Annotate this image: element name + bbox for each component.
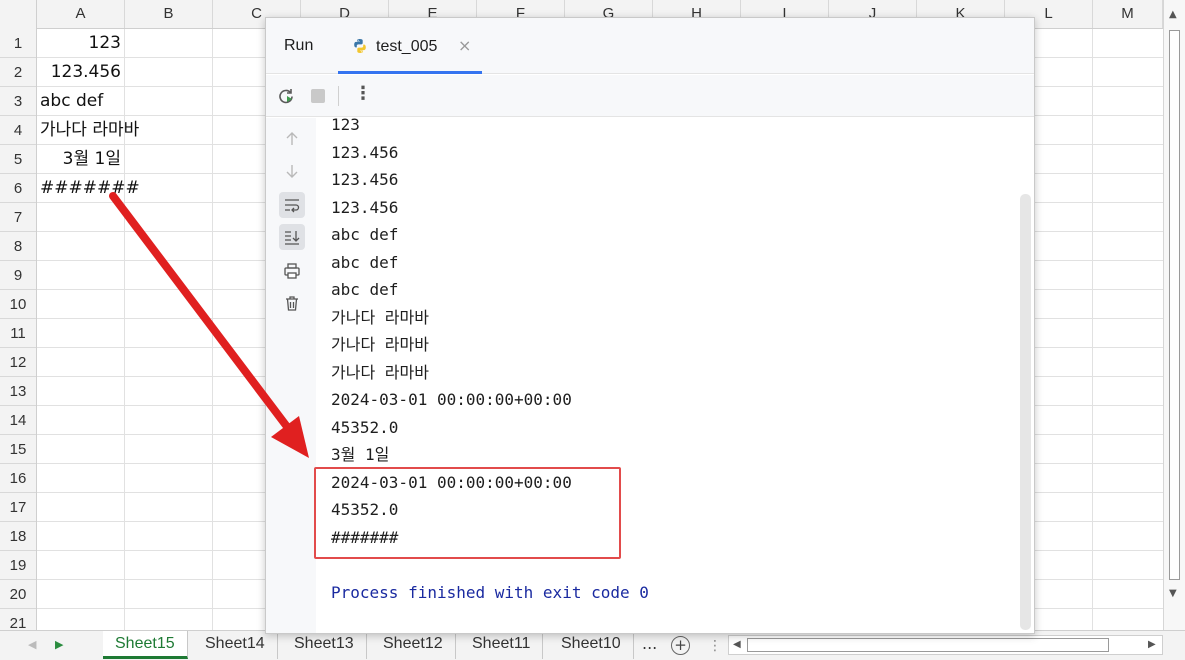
console-line: 45352.0 xyxy=(331,417,399,437)
more-sheets-button[interactable]: ... xyxy=(642,631,657,659)
row-header[interactable]: 21 xyxy=(0,609,36,630)
scroll-thumb[interactable] xyxy=(747,638,1109,652)
row-header[interactable]: 1 xyxy=(0,29,36,58)
console-line: 가나다 라마바 xyxy=(331,335,429,354)
console-line: 123.456 xyxy=(331,170,399,189)
cell-a6[interactable]: ####### xyxy=(37,174,140,203)
console-line: abc def xyxy=(331,225,399,244)
console-line: abc def xyxy=(331,252,399,272)
scroll-thumb[interactable] xyxy=(1169,30,1180,580)
highlight-box xyxy=(314,467,621,559)
vertical-scrollbar[interactable]: ▲ ▼ xyxy=(1163,0,1185,630)
row-header[interactable]: 20 xyxy=(0,580,36,609)
scroll-down-icon[interactable]: ▼ xyxy=(1169,588,1177,599)
scroll-left-icon[interactable]: ◀ xyxy=(733,639,741,650)
row-header[interactable]: 18 xyxy=(0,522,36,551)
console-scrollbar[interactable] xyxy=(1020,194,1031,630)
sheet-tab-sheet10[interactable]: Sheet10 xyxy=(549,631,634,659)
row-header[interactable]: 5 xyxy=(0,145,36,174)
row-header[interactable]: 17 xyxy=(0,493,36,522)
print-icon[interactable] xyxy=(279,258,305,284)
console-line: 2024-03-01 00:00:00+00:00 xyxy=(331,390,572,409)
row-header[interactable]: 10 xyxy=(0,290,36,319)
row-header[interactable]: 12 xyxy=(0,348,36,377)
console-line: 가나다 라마바 xyxy=(331,362,429,382)
run-tab-test-005[interactable]: test_005 × xyxy=(338,18,482,74)
column-header[interactable]: A xyxy=(37,0,125,28)
scroll-up-icon[interactable]: ▲ xyxy=(1169,9,1177,20)
console-line: 123.456 xyxy=(331,197,399,217)
close-icon[interactable]: × xyxy=(458,36,471,55)
row-header[interactable]: 11 xyxy=(0,319,36,348)
sheet-tab-sheet11[interactable]: Sheet11 xyxy=(460,631,544,659)
scroll-to-end-icon[interactable] xyxy=(279,224,305,250)
console-line: 3월 1일 xyxy=(331,445,390,464)
cell-a2[interactable]: 123.456 xyxy=(37,58,121,87)
row-header[interactable]: 3 xyxy=(0,87,36,116)
run-tab-label: test_005 xyxy=(376,38,438,55)
row-header[interactable]: 15 xyxy=(0,435,36,464)
sheet-tab-sheet13[interactable]: Sheet13 xyxy=(282,631,367,659)
scroll-right-icon[interactable]: ▶ xyxy=(1148,639,1156,650)
console-line: 123.456 xyxy=(331,142,399,162)
row-header[interactable]: 14 xyxy=(0,406,36,435)
row-header[interactable]: 6 xyxy=(0,174,36,203)
console-line: abc def xyxy=(331,280,399,299)
row-headers: 1 2 3 4 5 6 7 8 9 10 11 12 13 14 15 16 1… xyxy=(0,29,37,630)
sheet-tab-sheet14[interactable]: Sheet14 xyxy=(193,631,278,659)
row-header[interactable]: 13 xyxy=(0,377,36,406)
exit-message: Process finished with exit code 0 xyxy=(331,582,649,602)
add-sheet-button[interactable]: + xyxy=(671,636,690,655)
console-side-toolbar xyxy=(266,118,316,633)
console-line: 가나다 라마바 xyxy=(331,307,429,327)
sheet-tab-sheet12[interactable]: Sheet12 xyxy=(371,631,456,659)
run-toolbar: ⋮ xyxy=(266,75,1034,117)
row-header[interactable]: 8 xyxy=(0,232,36,261)
splitter-handle[interactable]: ⋮ xyxy=(708,638,722,654)
row-header[interactable]: 16 xyxy=(0,464,36,493)
row-header[interactable]: 4 xyxy=(0,116,36,145)
toolbar-separator xyxy=(338,86,339,106)
select-all-corner[interactable] xyxy=(0,0,37,29)
run-title: Run xyxy=(284,37,314,54)
row-header[interactable]: 7 xyxy=(0,203,36,232)
arrow-down-icon[interactable] xyxy=(279,158,305,184)
sheet-tab-bar: ◀ ▶ Sheet15 Sheet14 Sheet13 Sheet12 Shee… xyxy=(0,630,1185,660)
console-line: 123 xyxy=(331,118,360,134)
python-icon xyxy=(354,39,366,53)
row-header[interactable]: 2 xyxy=(0,58,36,87)
sheet-tab-sheet15[interactable]: Sheet15 xyxy=(103,631,188,659)
cell-a3[interactable]: abc def xyxy=(37,87,103,116)
row-header[interactable]: 9 xyxy=(0,261,36,290)
next-sheet-icon[interactable]: ▶ xyxy=(55,638,63,651)
trash-icon[interactable] xyxy=(279,290,305,316)
column-header[interactable]: M xyxy=(1093,0,1163,28)
cell-a4[interactable]: 가나다 라마바 xyxy=(37,116,139,145)
run-header: Run test_005 × xyxy=(266,18,1034,74)
horizontal-scrollbar[interactable]: ◀ ▶ xyxy=(728,635,1163,655)
cell-a1[interactable]: 123 xyxy=(37,29,121,58)
stop-icon[interactable] xyxy=(308,86,328,106)
more-vertical-icon[interactable]: ⋮ xyxy=(354,83,372,104)
column-header[interactable]: B xyxy=(125,0,213,28)
row-header[interactable]: 19 xyxy=(0,551,36,580)
prev-sheet-icon[interactable]: ◀ xyxy=(28,638,36,651)
cell-a5[interactable]: 3월 1일 xyxy=(37,145,121,174)
soft-wrap-icon[interactable] xyxy=(279,192,305,218)
arrow-up-icon[interactable] xyxy=(279,126,305,152)
rerun-icon[interactable] xyxy=(276,86,296,106)
